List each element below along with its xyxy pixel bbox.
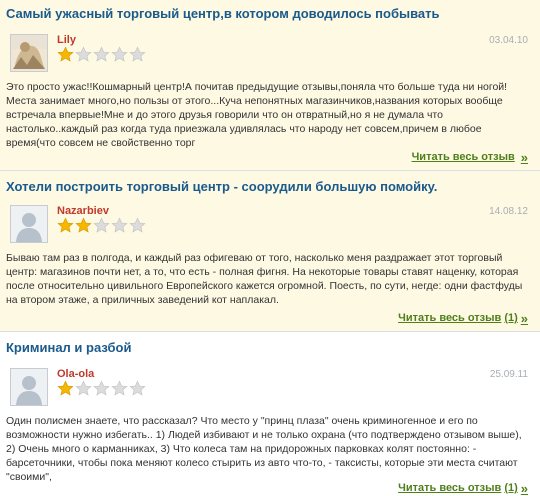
review-title[interactable]: Хотели построить торговый центр - сооруд… bbox=[6, 179, 534, 194]
review-card: Самый ужасный торговый центр,в котором д… bbox=[0, 0, 540, 171]
star-empty-icon bbox=[93, 46, 110, 62]
read-more-link[interactable]: Читать весь отзыв » bbox=[411, 149, 528, 165]
rating-stars bbox=[57, 217, 146, 235]
rating-stars bbox=[57, 46, 146, 64]
read-more-count: (1) bbox=[504, 482, 518, 494]
star-filled-icon bbox=[57, 46, 74, 62]
review-text-line: Места занимает много,но пользы от этого.… bbox=[6, 95, 503, 107]
review-text-line: после относительно цивильного Европейско… bbox=[6, 280, 523, 292]
review-date: 14.08.12 bbox=[489, 206, 528, 217]
reviews-page: Самый ужасный торговый центр,в котором д… bbox=[0, 0, 540, 496]
star-empty-icon bbox=[75, 46, 92, 62]
review-title[interactable]: Самый ужасный торговый центр,в котором д… bbox=[6, 6, 534, 21]
read-more-label: Читать весь отзыв bbox=[411, 151, 515, 163]
read-more-link[interactable]: Читать весь отзыв (1) » bbox=[398, 480, 528, 496]
rating-stars bbox=[57, 380, 146, 398]
author-name[interactable]: Nazarbiev bbox=[57, 205, 109, 217]
star-empty-icon bbox=[111, 380, 128, 396]
star-empty-icon bbox=[111, 217, 128, 233]
default-user-icon bbox=[10, 205, 48, 243]
star-filled-icon bbox=[57, 217, 74, 233]
default-user-icon bbox=[10, 368, 48, 406]
review-text-line: на втором этаже, а приличных заведений к… bbox=[6, 294, 279, 306]
star-empty-icon bbox=[93, 380, 110, 396]
review-text: Один полисмен знаете, что рассказал? Что… bbox=[6, 414, 528, 484]
review-date: 25.09.11 bbox=[489, 369, 528, 380]
review-card: Криминал и разбой Ola-ola 25.09.11 Один … bbox=[0, 332, 540, 496]
review-text-line: Бываю там раз в полгода, и каждый раз оф… bbox=[6, 252, 503, 264]
review-text-line: возможности нужно избегать.. 1) Людей из… bbox=[6, 429, 522, 441]
star-empty-icon bbox=[129, 46, 146, 62]
star-empty-icon bbox=[75, 380, 92, 396]
star-empty-icon bbox=[129, 380, 146, 396]
review-text-line: барсеточники, чтобы пока меняют колесо с… bbox=[6, 457, 518, 469]
star-empty-icon bbox=[129, 217, 146, 233]
review-text: Это просто ужас!!Кошмарный центр!А почит… bbox=[6, 80, 528, 150]
user-photo-icon bbox=[10, 34, 48, 72]
star-empty-icon bbox=[111, 46, 128, 62]
review-title[interactable]: Криминал и разбой bbox=[6, 340, 534, 355]
review-date: 03.04.10 bbox=[489, 35, 528, 46]
read-more-count: (1) bbox=[504, 312, 518, 324]
read-more-link[interactable]: Читать весь отзыв (1) » bbox=[398, 310, 528, 326]
star-filled-icon bbox=[57, 380, 74, 396]
read-more-label: Читать весь отзыв bbox=[398, 312, 502, 324]
double-chevron-right-icon: » bbox=[520, 310, 528, 326]
star-filled-icon bbox=[75, 217, 92, 233]
review-text-line: центр: магазинов почти нет, а то, что ес… bbox=[6, 266, 519, 278]
review-text-line: встречала впервые!Мне и до этого друзья … bbox=[6, 109, 443, 121]
review-card: Хотели построить торговый центр - сооруд… bbox=[0, 171, 540, 332]
star-empty-icon bbox=[93, 217, 110, 233]
double-chevron-right-icon: » bbox=[520, 480, 528, 496]
read-more-label: Читать весь отзыв bbox=[398, 482, 502, 494]
review-text-line: время(что совсем не свойственно торг bbox=[6, 137, 196, 149]
review-text-line: настолько..каждый раз когда туда приезжа… bbox=[6, 123, 482, 135]
review-text-line: Это просто ужас!!Кошмарный центр!А почит… bbox=[6, 81, 508, 93]
author-name[interactable]: Ola-ola bbox=[57, 368, 94, 380]
review-text: Бываю там раз в полгода, и каждый раз оф… bbox=[6, 251, 528, 307]
review-text-line: Один полисмен знаете, что рассказал? Что… bbox=[6, 415, 478, 427]
double-chevron-right-icon: » bbox=[520, 149, 528, 165]
review-text-line: 2) Очень много о карманниках, 3) Что кол… bbox=[6, 443, 477, 455]
author-name[interactable]: Lily bbox=[57, 34, 76, 46]
